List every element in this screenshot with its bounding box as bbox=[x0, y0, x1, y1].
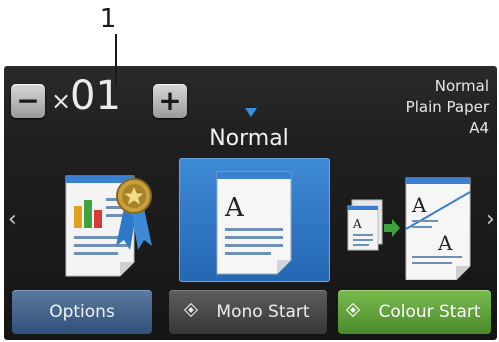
mono-start-label: Mono Start bbox=[216, 302, 310, 322]
colour-start-button[interactable]: Colour Start bbox=[338, 290, 491, 334]
mono-start-button[interactable]: Mono Start bbox=[169, 290, 327, 334]
callout-number: 1 bbox=[99, 4, 117, 34]
svg-text:A: A bbox=[224, 193, 245, 223]
copy-count: 01 bbox=[70, 73, 121, 119]
settings-summary[interactable]: Normal Plain Paper A4 bbox=[406, 76, 489, 139]
scroll-left-icon[interactable]: ‹ bbox=[8, 206, 17, 234]
callout-line bbox=[115, 34, 117, 86]
times-symbol: × bbox=[51, 87, 72, 115]
preset-quality-copy[interactable] bbox=[48, 162, 178, 280]
scroll-right-icon[interactable]: › bbox=[486, 206, 495, 234]
normal-document-icon: A bbox=[216, 171, 292, 275]
paper-size-setting: A4 bbox=[469, 119, 489, 137]
two-in-one-copy-icon: A A A bbox=[347, 177, 471, 280]
svg-text:A: A bbox=[352, 217, 362, 231]
start-icon bbox=[346, 302, 361, 318]
colour-start-label: Colour Start bbox=[378, 302, 481, 322]
touchscreen-panel: − × 01 + Normal Plain Paper A4 Normal ‹ bbox=[4, 66, 497, 340]
preset-normal-copy[interactable]: A bbox=[179, 158, 330, 282]
preset-2in1-copy[interactable]: A A A bbox=[342, 162, 480, 280]
quality-award-document-icon bbox=[65, 175, 152, 277]
decrease-copies-button[interactable]: − bbox=[11, 84, 45, 118]
paper-type-setting: Plain Paper bbox=[405, 98, 489, 116]
mode-title: Normal bbox=[209, 126, 289, 151]
svg-text:A: A bbox=[437, 231, 453, 255]
start-icon bbox=[184, 302, 199, 318]
options-button[interactable]: Options bbox=[12, 290, 152, 334]
options-button-label: Options bbox=[49, 302, 115, 322]
quality-setting: Normal bbox=[434, 77, 489, 95]
svg-text:A: A bbox=[411, 193, 427, 217]
increase-copies-button[interactable]: + bbox=[153, 84, 187, 118]
selection-marker-icon bbox=[245, 108, 257, 117]
